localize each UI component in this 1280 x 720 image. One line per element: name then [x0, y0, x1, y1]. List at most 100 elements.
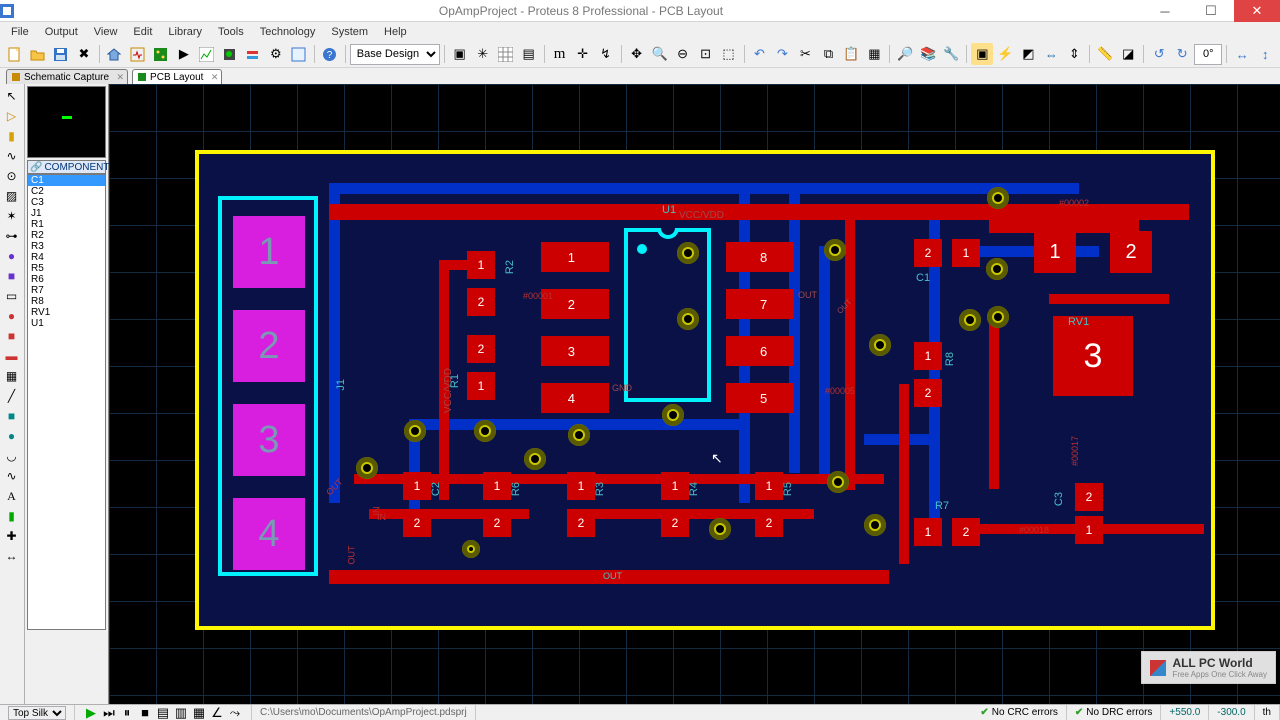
- package-mode-icon[interactable]: ▮: [0, 126, 23, 146]
- menu-tools[interactable]: Tools: [211, 24, 251, 40]
- list-item[interactable]: R4: [28, 252, 105, 263]
- box-2d-icon[interactable]: ■: [0, 326, 23, 346]
- copy-icon[interactable]: ⧉: [817, 43, 839, 65]
- polygon-2d-icon[interactable]: ▬: [0, 346, 23, 366]
- pause-icon[interactable]: ⏸: [119, 706, 135, 720]
- tab-close-icon[interactable]: ✕: [117, 71, 125, 84]
- zoom-in-icon[interactable]: 🔍: [649, 43, 671, 65]
- round-pad-icon[interactable]: ●: [0, 246, 23, 266]
- grid-icon[interactable]: [495, 43, 517, 65]
- autoroute-icon[interactable]: ⚡: [994, 43, 1016, 65]
- zoom-all-icon[interactable]: ⊡: [695, 43, 717, 65]
- menu-help[interactable]: Help: [377, 24, 414, 40]
- run-icon[interactable]: ▶: [83, 706, 99, 720]
- text-icon[interactable]: A: [0, 486, 23, 506]
- flip-h-icon[interactable]: ↔: [1231, 43, 1253, 65]
- menu-system[interactable]: System: [324, 24, 375, 40]
- units-metric-icon[interactable]: m: [549, 43, 571, 65]
- snap-icon[interactable]: ↯: [595, 43, 617, 65]
- list-item[interactable]: R6: [28, 274, 105, 285]
- path-icon[interactable]: ∿: [0, 466, 23, 486]
- marker-icon[interactable]: ✚: [0, 526, 23, 546]
- ratsnest-icon[interactable]: ✳: [472, 43, 494, 65]
- library-icon[interactable]: 📚: [917, 43, 939, 65]
- menu-output[interactable]: Output: [38, 24, 85, 40]
- layer-stack-icon[interactable]: ▤: [518, 43, 540, 65]
- smd-pad-icon[interactable]: ▭: [0, 286, 23, 306]
- list-item[interactable]: R3: [28, 241, 105, 252]
- arc-icon[interactable]: ◡: [0, 446, 23, 466]
- circle-2d-icon[interactable]: ●: [0, 306, 23, 326]
- tab-pcb-layout[interactable]: PCB Layout ✕: [132, 69, 222, 84]
- origin-icon[interactable]: ✛: [572, 43, 594, 65]
- pcb-canvas[interactable]: 1 2 3 4 J1 OUT OUT IN U1 VCC/VDD 1 2 3 4…: [109, 84, 1280, 704]
- layer-select[interactable]: Top Silk: [8, 706, 66, 720]
- 3d-icon[interactable]: ◪: [1117, 43, 1139, 65]
- component-mode-icon[interactable]: ▷: [0, 106, 23, 126]
- filter3-icon[interactable]: ▦: [191, 706, 207, 720]
- filled-box-icon[interactable]: ■: [0, 406, 23, 426]
- line-2d-icon[interactable]: ╱: [0, 386, 23, 406]
- stop-icon[interactable]: ■: [137, 706, 153, 720]
- schematic-icon[interactable]: [127, 43, 149, 65]
- pcb-icon[interactable]: [150, 43, 172, 65]
- list-item[interactable]: R2: [28, 230, 105, 241]
- filled-circle-icon[interactable]: ●: [0, 426, 23, 446]
- gerber-icon[interactable]: [219, 43, 241, 65]
- undo-icon[interactable]: ↶: [749, 43, 771, 65]
- rotate-ccw-icon[interactable]: ↺: [1148, 43, 1170, 65]
- flip-v-icon[interactable]: ↕: [1254, 43, 1276, 65]
- list-item[interactable]: J1: [28, 208, 105, 219]
- open-file-icon[interactable]: [27, 43, 49, 65]
- list-item[interactable]: U1: [28, 318, 105, 329]
- drc-icon[interactable]: ⚙: [265, 43, 287, 65]
- design-variant-select[interactable]: Base Design: [350, 44, 440, 65]
- via-mode-icon[interactable]: ⊙: [0, 166, 23, 186]
- menu-library[interactable]: Library: [161, 24, 209, 40]
- new-file-icon[interactable]: [4, 43, 26, 65]
- overview-minimap[interactable]: [27, 86, 106, 158]
- rotate-cw-icon[interactable]: ↻: [1171, 43, 1193, 65]
- symbol-icon[interactable]: ▮: [0, 506, 23, 526]
- cut-icon[interactable]: ✂: [794, 43, 816, 65]
- chart-icon[interactable]: [196, 43, 218, 65]
- tab-schematic-capture[interactable]: Schematic Capture ✕: [6, 69, 128, 84]
- connectivity-icon[interactable]: ⊶: [0, 226, 23, 246]
- component-mode-icon[interactable]: ▣: [449, 43, 471, 65]
- menu-view[interactable]: View: [87, 24, 125, 40]
- filter2-icon[interactable]: ▥: [173, 706, 189, 720]
- list-item[interactable]: C2: [28, 186, 105, 197]
- window-maximize-button[interactable]: ☐: [1188, 0, 1234, 22]
- block-copy-icon[interactable]: ▦: [863, 43, 885, 65]
- layers-icon[interactable]: [242, 43, 264, 65]
- list-item[interactable]: R1: [28, 219, 105, 230]
- menu-file[interactable]: File: [4, 24, 36, 40]
- highlight-nets-icon[interactable]: ▣: [971, 43, 993, 65]
- step-icon[interactable]: ⏭: [101, 706, 117, 720]
- simulate-icon[interactable]: ▶: [173, 43, 195, 65]
- list-item[interactable]: RV1: [28, 307, 105, 318]
- dimension-icon[interactable]: ↔: [0, 546, 23, 566]
- ruler-icon[interactable]: 📏: [1094, 43, 1116, 65]
- window-close-button[interactable]: ✕: [1234, 0, 1280, 22]
- angle-icon[interactable]: ∠: [209, 706, 225, 720]
- tools-icon[interactable]: 🔧: [940, 43, 962, 65]
- pan-icon[interactable]: ✥: [626, 43, 648, 65]
- autoplacer-icon[interactable]: ◩: [1017, 43, 1039, 65]
- zoom-area-icon[interactable]: ⬚: [718, 43, 740, 65]
- filter-icon[interactable]: ▤: [155, 706, 171, 720]
- save-icon[interactable]: [50, 43, 72, 65]
- window-minimize-button[interactable]: ─: [1142, 0, 1188, 22]
- hatch-icon[interactable]: ▦: [0, 366, 23, 386]
- list-item[interactable]: R8: [28, 296, 105, 307]
- menu-technology[interactable]: Technology: [253, 24, 323, 40]
- rotation-angle-field[interactable]: [1194, 44, 1222, 65]
- about-icon[interactable]: ?: [319, 43, 341, 65]
- ratsnest-mode-icon[interactable]: ✶: [0, 206, 23, 226]
- find-icon[interactable]: 🔎: [894, 43, 916, 65]
- mirror-h-icon[interactable]: ⇔: [1040, 43, 1062, 65]
- components-list[interactable]: C1 C2 C3 J1 R1 R2 R3 R4 R5 R6 R7 R8 RV1 …: [27, 174, 106, 630]
- close-project-icon[interactable]: ✖: [73, 43, 95, 65]
- list-item[interactable]: C3: [28, 197, 105, 208]
- mirror-v-icon[interactable]: ⇕: [1063, 43, 1085, 65]
